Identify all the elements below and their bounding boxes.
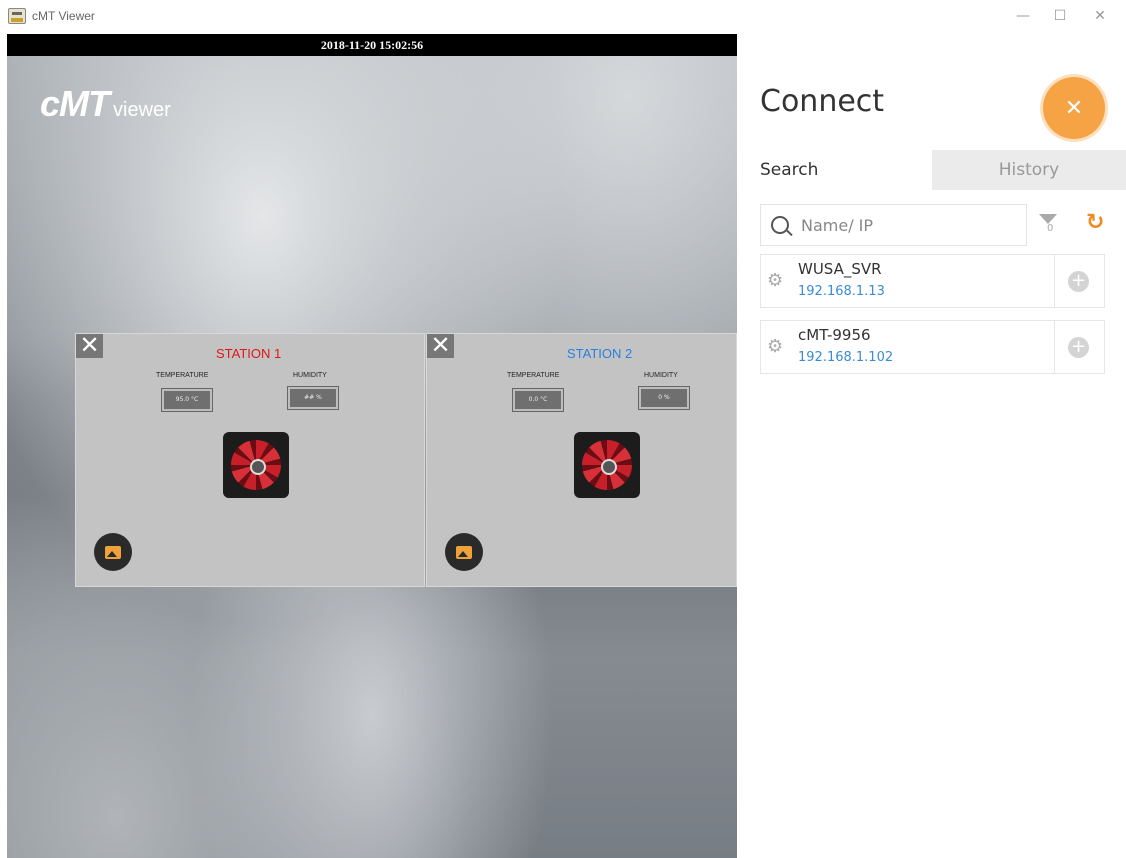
close-panel-button[interactable]: ✕ xyxy=(1043,77,1105,139)
divider xyxy=(1054,255,1055,307)
station-title: STATION 2 xyxy=(567,346,633,361)
fan-icon xyxy=(574,432,640,498)
close-station-1-icon[interactable]: ✕ xyxy=(76,333,103,358)
image-icon[interactable] xyxy=(94,533,132,571)
minimize-button[interactable]: — xyxy=(1003,2,1043,30)
divider xyxy=(1054,321,1055,373)
tab-history[interactable]: History xyxy=(932,150,1126,190)
window-titlebar: cMT Viewer — ☐ ✕ xyxy=(0,0,1126,34)
tab-search[interactable]: Search xyxy=(737,150,932,190)
device-name: WUSA_SVR xyxy=(798,260,882,278)
image-icon[interactable] xyxy=(445,533,483,571)
device-ip: 192.168.1.102 xyxy=(798,350,894,365)
gear-icon: ⚙ xyxy=(767,336,784,357)
maximize-button[interactable]: ☐ xyxy=(1040,2,1080,30)
filter-icon[interactable] xyxy=(1039,214,1059,236)
temperature-label: TEMPERATURE xyxy=(156,372,209,379)
refresh-icon[interactable]: ↻ xyxy=(1086,212,1108,234)
device-item[interactable]: ⚙ cMT-9956 192.168.1.102 + xyxy=(760,320,1105,374)
logo-word: viewer xyxy=(113,99,171,121)
window-title: cMT Viewer xyxy=(32,9,95,23)
cmt-viewer-logo: cMT viewer xyxy=(40,86,171,122)
connect-panel: Connect ✕ Search History ↻ ⚙ WUSA_SVR 19… xyxy=(737,34,1126,858)
timestamp-bar: 2018-11-20 15:02:56 xyxy=(7,34,737,56)
search-icon xyxy=(771,216,789,234)
station-1-panel[interactable]: ✕ STATION 1 TEMPERATURE HUMIDITY 95.0 °C… xyxy=(75,333,425,587)
humidity-value: 0 % xyxy=(638,386,690,410)
tab-bar: Search History xyxy=(737,150,1126,190)
app-icon xyxy=(8,8,26,24)
temperature-value: 95.0 °C xyxy=(161,388,213,412)
add-device-button[interactable]: + xyxy=(1068,271,1089,292)
viewer-area: cMT viewer ✕ STATION 1 TEMPERATURE HUMID… xyxy=(7,56,737,858)
station-2-panel[interactable]: ✕ STATION 2 TEMPERATURE HUMIDITY 0.0 °C … xyxy=(426,333,737,587)
device-ip: 192.168.1.13 xyxy=(798,284,885,299)
temperature-value: 0.0 °C xyxy=(512,388,564,412)
logo-mark: cMT xyxy=(40,83,110,124)
fan-icon xyxy=(223,432,289,498)
humidity-label: HUMIDITY xyxy=(293,372,327,379)
temperature-label: TEMPERATURE xyxy=(507,372,560,379)
add-device-button[interactable]: + xyxy=(1068,337,1089,358)
panel-title: Connect xyxy=(760,84,885,119)
gear-icon: ⚙ xyxy=(767,270,784,291)
close-window-button[interactable]: ✕ xyxy=(1080,2,1120,30)
device-name: cMT-9956 xyxy=(798,326,871,344)
humidity-value: ## % xyxy=(287,386,339,410)
timestamp: 2018-11-20 15:02:56 xyxy=(320,38,424,52)
search-input[interactable] xyxy=(801,213,1021,237)
device-item[interactable]: ⚙ WUSA_SVR 192.168.1.13 + xyxy=(760,254,1105,308)
humidity-label: HUMIDITY xyxy=(644,372,678,379)
station-title: STATION 1 xyxy=(216,346,282,361)
close-station-2-icon[interactable]: ✕ xyxy=(427,333,454,358)
search-box[interactable] xyxy=(760,204,1027,246)
